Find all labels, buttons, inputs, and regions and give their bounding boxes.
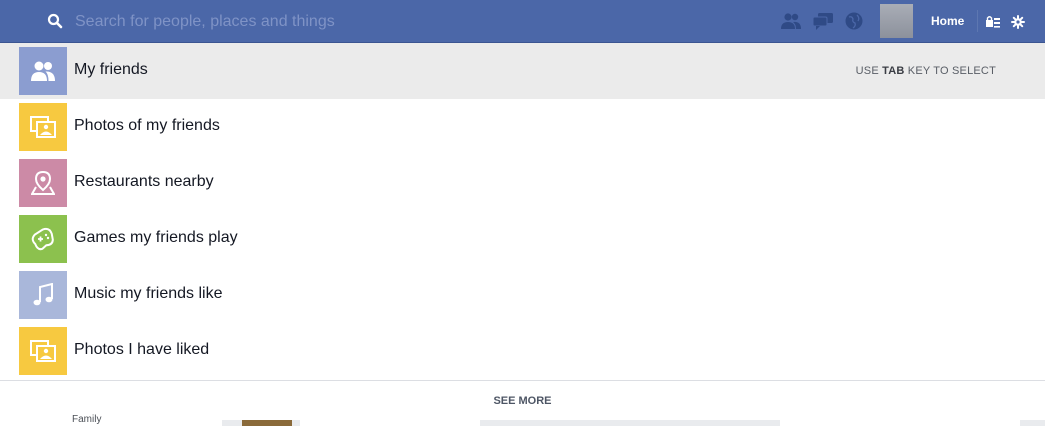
left-column-sliver bbox=[0, 420, 222, 426]
friend-requests-icon[interactable] bbox=[780, 12, 802, 30]
suggestion-label: Restaurants nearby bbox=[74, 173, 214, 190]
notifications-globe-icon[interactable] bbox=[843, 12, 865, 30]
suggestion-label: Games my friends play bbox=[74, 229, 238, 246]
right-column-sliver bbox=[780, 420, 1020, 426]
privacy-shortcuts-icon[interactable] bbox=[985, 15, 1001, 28]
messages-icon[interactable] bbox=[812, 12, 834, 30]
photo-thumbnail-sliver bbox=[242, 420, 292, 426]
search-suggestions-dropdown: My friends USE TAB KEY TO SELECT Photos … bbox=[0, 43, 1045, 380]
search-icon[interactable] bbox=[47, 13, 63, 29]
suggestion-my-friends[interactable]: My friends USE TAB KEY TO SELECT bbox=[0, 43, 1045, 99]
photos-icon bbox=[19, 103, 67, 151]
map-pin-icon bbox=[19, 159, 67, 207]
home-link[interactable]: Home bbox=[931, 14, 964, 28]
divider bbox=[977, 10, 978, 32]
suggestion-games-my-friends-play[interactable]: Games my friends play bbox=[0, 211, 1045, 267]
suggestion-label: My friends bbox=[74, 61, 148, 78]
avatar[interactable] bbox=[880, 4, 913, 38]
background-text-family: Family bbox=[72, 414, 102, 425]
see-more-button[interactable]: SEE MORE bbox=[0, 380, 1045, 420]
suggestion-label: Photos I have liked bbox=[74, 341, 210, 358]
music-note-icon bbox=[19, 271, 67, 319]
suggestion-label: Music my friends like bbox=[74, 285, 223, 302]
tab-key-hint: USE TAB KEY TO SELECT bbox=[855, 65, 996, 77]
suggestion-restaurants-nearby[interactable]: Restaurants nearby bbox=[0, 155, 1045, 211]
top-bar: Home bbox=[0, 0, 1045, 43]
suggestion-photos-i-have-liked[interactable]: Photos I have liked bbox=[0, 323, 1045, 379]
suggestion-music-my-friends-like[interactable]: Music my friends like bbox=[0, 267, 1045, 323]
suggestion-photos-of-my-friends[interactable]: Photos of my friends bbox=[0, 99, 1045, 155]
search-input[interactable] bbox=[75, 10, 695, 34]
game-controller-icon bbox=[19, 215, 67, 263]
see-more-label: SEE MORE bbox=[493, 394, 552, 407]
gear-icon[interactable] bbox=[1011, 15, 1025, 29]
suggestion-label: Photos of my friends bbox=[74, 117, 220, 134]
friends-icon bbox=[19, 47, 67, 95]
content-column-sliver bbox=[300, 420, 480, 426]
photos-icon bbox=[19, 327, 67, 375]
